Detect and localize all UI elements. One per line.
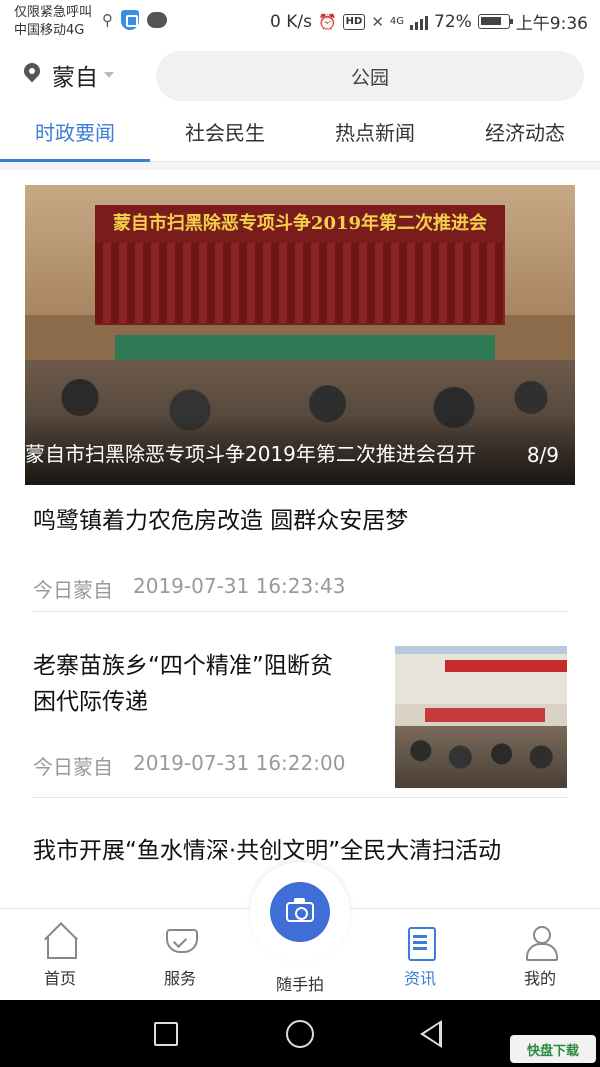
tab-mine[interactable]: 我的 <box>500 925 580 989</box>
tab-home[interactable]: 首页 <box>20 925 100 989</box>
news-title-2[interactable]: 老寨苗族乡“四个精准”阻断贫 困代际传递 <box>33 648 333 720</box>
watermark-logo: 快盘下载 <box>510 1035 596 1063</box>
news-meta-2: 今日蒙自 2019-07-31 16:22:00 <box>33 751 345 780</box>
home-circle-icon[interactable] <box>286 1020 314 1048</box>
tab-news-label: 资讯 <box>403 969 436 988</box>
emergency-text: 仅限紧急呼叫 <box>14 5 93 20</box>
signal-icon <box>410 14 429 30</box>
back-icon[interactable] <box>420 1020 442 1048</box>
tab-service-label: 服务 <box>163 969 196 988</box>
recent-apps-icon[interactable] <box>154 1022 178 1046</box>
camera-label: 随手拍 <box>275 975 324 994</box>
tab-news[interactable]: 资讯 <box>380 925 460 989</box>
news-icon <box>403 925 437 961</box>
camera-icon <box>286 898 314 922</box>
category-tabs: 时政要闻 社会民生 热点新闻 经济动态 <box>0 108 600 162</box>
usb-icon: ⚲ <box>102 11 113 29</box>
banner-counter: 8/9 <box>526 443 559 467</box>
tab-economy[interactable]: 经济动态 <box>450 108 600 161</box>
user-icon <box>523 925 558 961</box>
news-thumbnail[interactable] <box>395 646 567 788</box>
news-meta-1: 今日蒙自 2019-07-31 16:23:43 <box>33 574 345 603</box>
battery-icon <box>477 14 513 29</box>
tab-politics[interactable]: 时政要闻 <box>0 108 150 162</box>
news-time: 2019-07-31 16:23:43 <box>133 574 346 598</box>
carrier-text: 中国移动4G <box>14 23 85 38</box>
shield-icon <box>121 10 139 30</box>
search-input[interactable]: 公园 <box>156 51 584 101</box>
carrier-info: 仅限紧急呼叫 中国移动4G <box>14 4 92 40</box>
battery-percent: 72% <box>434 11 472 32</box>
tab-service[interactable]: 服务 <box>140 925 220 989</box>
hd-badge: HD <box>342 13 366 30</box>
divider <box>33 611 567 612</box>
camera-button[interactable] <box>270 882 330 942</box>
divider <box>33 797 567 798</box>
location-selector[interactable]: 蒙自 <box>22 58 114 92</box>
section-divider <box>0 162 600 170</box>
service-icon <box>163 925 198 959</box>
chevron-down-icon <box>104 72 114 78</box>
location-pin-icon <box>22 63 42 87</box>
tab-mine-label: 我的 <box>523 969 556 988</box>
status-bar: 仅限紧急呼叫 中国移动4G ⚲ 0 K/s ⏰ HD ✕ 4G 72% 上午9:… <box>0 0 600 44</box>
banner-image-heading: 蒙自市扫黑除恶专项斗争2019年第二次推进会 <box>112 213 488 234</box>
news-title-3[interactable]: 我市开展“鱼水情深·共创文明”全民大清扫活动 <box>33 833 501 869</box>
location-label: 蒙自 <box>52 65 98 91</box>
clock: 上午9:36 <box>515 14 588 34</box>
banner-carousel[interactable]: 蒙自市扫黑除恶专项斗争2019年第二次推进会 蒙自市扫黑除恶专项斗争2019年第… <box>25 185 575 485</box>
message-icon <box>147 12 167 28</box>
search-placeholder: 公园 <box>350 66 389 89</box>
tab-hot-news[interactable]: 热点新闻 <box>300 108 450 161</box>
banner-caption: 蒙自市扫黑除恶专项斗争2019年第二次推进会召开 <box>25 442 476 466</box>
network-speed: 0 K/s <box>270 11 312 32</box>
tab-society[interactable]: 社会民生 <box>150 108 300 161</box>
home-icon <box>43 925 77 959</box>
news-title-1[interactable]: 鸣鹭镇着力农危房改造 圆群众安居梦 <box>33 503 408 539</box>
tab-home-label: 首页 <box>43 969 76 988</box>
news-source: 今日蒙自 <box>33 755 113 779</box>
alarm-icon: ⏰ <box>317 12 337 31</box>
top-bar: 蒙自 公园 <box>0 48 600 104</box>
no-signal-icon: ✕ <box>371 12 384 31</box>
news-source: 今日蒙自 <box>33 578 113 602</box>
network-type: 4G <box>389 16 405 27</box>
news-time: 2019-07-31 16:22:00 <box>133 751 346 775</box>
